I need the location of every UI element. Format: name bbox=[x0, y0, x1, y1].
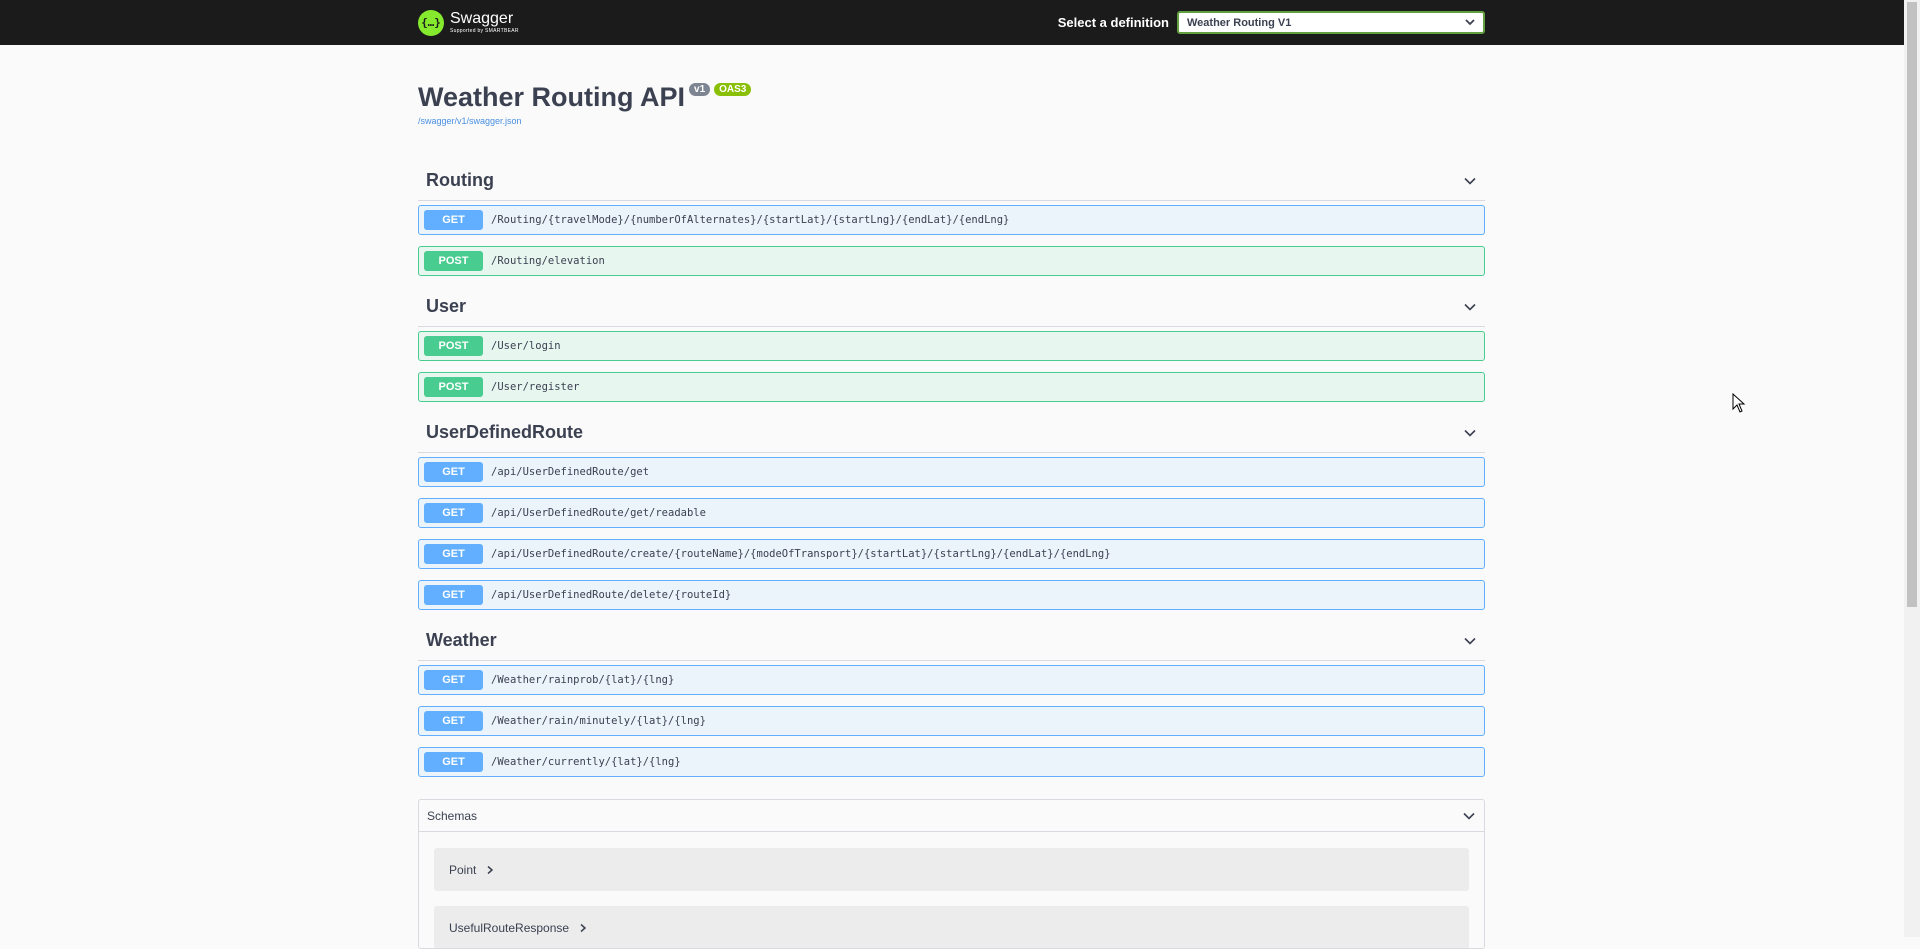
api-info: Weather Routing API v1 OAS3 /swagger/v1/… bbox=[418, 81, 1485, 161]
api-title: Weather Routing API bbox=[418, 82, 686, 112]
http-method-badge: GET bbox=[424, 544, 483, 564]
operation-path: /api/UserDefinedRoute/get bbox=[491, 466, 650, 478]
model-name: Point bbox=[449, 862, 477, 877]
logo-title: Swagger bbox=[450, 10, 514, 27]
http-method-badge: GET bbox=[424, 752, 483, 772]
operation-path: /api/UserDefinedRoute/get/readable bbox=[491, 507, 706, 519]
operation-row[interactable]: POST/User/register bbox=[418, 372, 1485, 402]
http-method-badge: GET bbox=[424, 585, 483, 605]
operations-list: Routing GET/Routing/{travelMode}/{numberO… bbox=[418, 161, 1485, 777]
operation-path: /User/register bbox=[491, 381, 580, 393]
tag-name: Routing bbox=[426, 170, 494, 190]
main-content: Weather Routing API v1 OAS3 /swagger/v1/… bbox=[418, 45, 1485, 949]
operation-row[interactable]: GET/api/UserDefinedRoute/get bbox=[418, 457, 1485, 487]
model-name: UsefulRouteResponse bbox=[449, 920, 570, 935]
tag-header[interactable]: Routing bbox=[418, 161, 1485, 201]
operation-row[interactable]: GET/api/UserDefinedRoute/create/{routeNa… bbox=[418, 539, 1485, 569]
http-method-badge: GET bbox=[424, 503, 483, 523]
chevron-down-icon[interactable] bbox=[1463, 634, 1477, 648]
scrollbar-thumb[interactable] bbox=[1907, 2, 1917, 607]
chevron-down-icon[interactable] bbox=[1463, 300, 1477, 314]
schema-model-point[interactable]: Point bbox=[434, 848, 1469, 891]
definition-select-value: Weather Routing V1 bbox=[1187, 16, 1292, 29]
operation-path: /Weather/rain/minutely/{lat}/{lng} bbox=[491, 715, 706, 727]
http-method-badge: GET bbox=[424, 210, 483, 230]
tag-header[interactable]: User bbox=[418, 287, 1485, 327]
swagger-logo-icon: {…} bbox=[418, 9, 444, 36]
chevron-down-icon[interactable] bbox=[1463, 426, 1477, 440]
schemas-title: Schemas bbox=[427, 808, 478, 823]
http-method-badge: POST bbox=[424, 336, 483, 356]
tag-name: Weather bbox=[426, 630, 497, 650]
schemas-header[interactable]: Schemas bbox=[419, 800, 1484, 832]
schema-model-usefulrouteresponse[interactable]: UsefulRouteResponse bbox=[434, 906, 1469, 948]
operation-row[interactable]: POST/User/login bbox=[418, 331, 1485, 361]
operation-path: /api/UserDefinedRoute/create/{routeName}… bbox=[491, 548, 1111, 560]
tag-section-userdefinedroute: UserDefinedRoute GET/api/UserDefinedRoute… bbox=[418, 413, 1485, 610]
operation-row[interactable]: GET/api/UserDefinedRoute/get/readable bbox=[418, 498, 1485, 528]
operation-path: /Weather/currently/{lat}/{lng} bbox=[491, 756, 681, 768]
chevron-right-icon bbox=[580, 923, 587, 932]
chevron-down-icon bbox=[1463, 812, 1475, 820]
mouse-cursor-icon bbox=[1732, 393, 1746, 413]
operation-row[interactable]: POST/Routing/elevation bbox=[418, 246, 1485, 276]
tag-section-routing: Routing GET/Routing/{travelMode}/{numberO… bbox=[418, 161, 1485, 276]
operation-path: /Routing/elevation bbox=[491, 255, 605, 267]
topbar: {…} Swagger Supported by SMARTBEAR Selec… bbox=[0, 0, 1904, 45]
tag-section-user: User POST/User/login POST/User/register bbox=[418, 287, 1485, 402]
http-method-badge: GET bbox=[424, 670, 483, 690]
operation-path: /Routing/{travelMode}/{numberOfAlternate… bbox=[491, 214, 1010, 226]
definition-selector: Select a definition Weather Routing V1 bbox=[1058, 11, 1485, 34]
operation-path: /User/login bbox=[491, 340, 561, 352]
chevron-right-icon bbox=[487, 865, 494, 874]
http-method-badge: POST bbox=[424, 377, 483, 397]
definition-label: Select a definition bbox=[1057, 15, 1169, 30]
operation-row[interactable]: GET/Routing/{travelMode}/{numberOfAltern… bbox=[418, 205, 1485, 235]
definition-select[interactable]: Weather Routing V1 bbox=[1177, 11, 1485, 34]
http-method-badge: GET bbox=[424, 462, 483, 482]
swagger-logo[interactable]: {…} Swagger Supported by SMARTBEAR bbox=[418, 9, 519, 36]
oas-badge: OAS3 bbox=[714, 83, 752, 96]
chevron-down-icon bbox=[1465, 19, 1475, 26]
http-method-badge: GET bbox=[424, 711, 483, 731]
schemas-section: Schemas Point UsefulRouteResponse bbox=[418, 799, 1485, 949]
operation-path: /api/UserDefinedRoute/delete/{routeId} bbox=[491, 589, 732, 601]
operation-path: /Weather/rainprob/{lat}/{lng} bbox=[491, 674, 675, 686]
tag-header[interactable]: UserDefinedRoute bbox=[418, 413, 1485, 453]
version-badge: v1 bbox=[689, 83, 711, 96]
logo-subtitle: Supported by SMARTBEAR bbox=[450, 28, 519, 34]
operation-row[interactable]: GET/Weather/currently/{lat}/{lng} bbox=[418, 747, 1485, 777]
http-method-badge: POST bbox=[424, 251, 483, 271]
vertical-scrollbar[interactable] bbox=[1904, 0, 1920, 937]
chevron-down-icon[interactable] bbox=[1463, 174, 1477, 188]
tag-name: User bbox=[426, 296, 467, 316]
tag-name: UserDefinedRoute bbox=[426, 422, 584, 442]
tag-header[interactable]: Weather bbox=[418, 621, 1485, 661]
operation-row[interactable]: GET/Weather/rainprob/{lat}/{lng} bbox=[418, 665, 1485, 695]
spec-url-link[interactable]: /swagger/v1/swagger.json bbox=[418, 116, 1485, 126]
operation-row[interactable]: GET/api/UserDefinedRoute/delete/{routeId… bbox=[418, 580, 1485, 610]
operation-row[interactable]: GET/Weather/rain/minutely/{lat}/{lng} bbox=[418, 706, 1485, 736]
tag-section-weather: Weather GET/Weather/rainprob/{lat}/{lng} G… bbox=[418, 621, 1485, 777]
